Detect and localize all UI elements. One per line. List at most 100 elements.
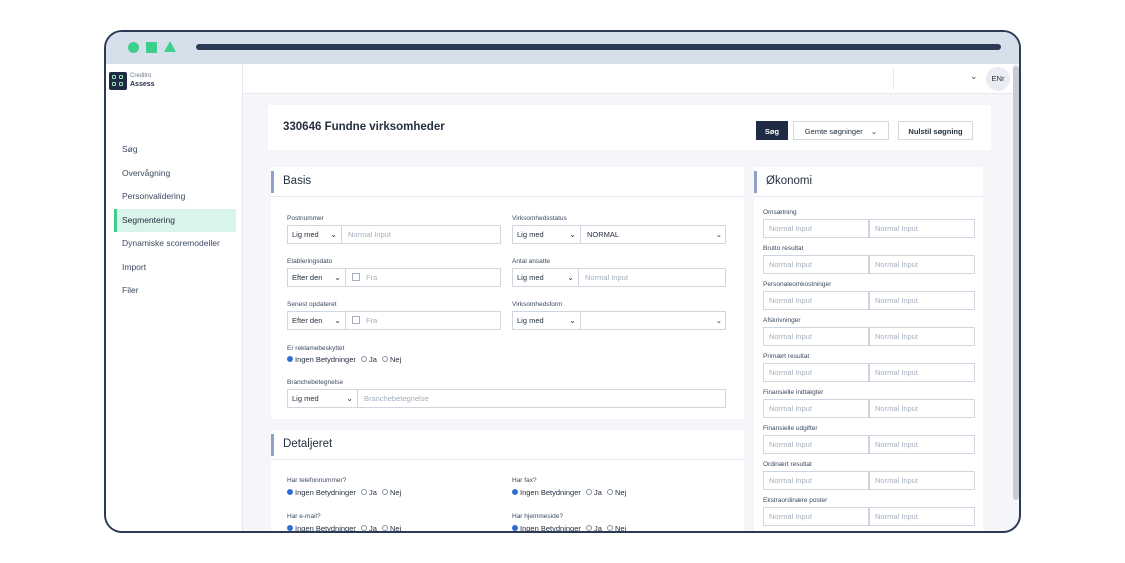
okonomi-input-to[interactable]: Normal Input <box>869 435 975 454</box>
top-bar: ⌄ ENr <box>243 64 1013 94</box>
sidebar-item-scoremodeller[interactable]: Dynamiske scoremodeller <box>114 232 236 256</box>
ansatte-field: Lig med ⌄ Normal Input <box>512 268 726 287</box>
form-select[interactable]: ⌄ <box>581 312 727 329</box>
chevron-down-icon: ⌄ <box>334 273 341 282</box>
reklame-label: Er reklamebeskyttet <box>287 345 345 352</box>
page-title: 330646 Fundne virksomheder <box>283 121 445 133</box>
okonomi-input-from[interactable]: Normal Input <box>763 399 869 418</box>
sidebar-item-overvagning[interactable]: Overvågning <box>114 162 236 186</box>
okonomi-input-to[interactable]: Normal Input <box>869 219 975 238</box>
etablering-date-input[interactable]: Fra <box>346 269 377 286</box>
avatar[interactable]: ENr <box>986 67 1010 91</box>
saved-searches-dropdown[interactable]: Gemte søgninger ⌄ <box>793 121 889 140</box>
okonomi-input-from[interactable]: Normal Input <box>763 435 869 454</box>
telefon-label: Har telefonnummer? <box>287 477 347 484</box>
okonomi-input-from[interactable]: Normal Input <box>763 507 869 526</box>
okonomi-input-to[interactable]: Normal Input <box>869 399 975 418</box>
postnummer-field: Lig med ⌄ Normal Input <box>287 225 501 244</box>
sidebar-item-segmentering[interactable]: Segmentering <box>114 208 236 232</box>
radio-ja[interactable] <box>360 356 367 362</box>
etablering-operator[interactable]: Efter den ⌄ <box>288 269 346 286</box>
okonomi-input-from[interactable]: Normal Input <box>763 291 869 310</box>
radio-nej[interactable] <box>607 525 613 531</box>
okonomi-row-label: Finansielle udgifter <box>763 425 818 432</box>
triangle-icon <box>164 41 176 52</box>
sidebar-nav: Søg Overvågning Personvalidering Segment… <box>114 138 236 303</box>
radio-ingen[interactable] <box>287 525 293 531</box>
address-bar[interactable] <box>196 44 1001 50</box>
okonomi-input-to[interactable]: Normal Input <box>869 507 975 526</box>
okonomi-input-to[interactable]: Normal Input <box>869 291 975 310</box>
radio-ja[interactable] <box>585 525 592 531</box>
section-title: Detaljeret <box>283 438 333 450</box>
scrollbar[interactable] <box>1013 66 1019 500</box>
okonomi-input-to[interactable]: Normal Input <box>869 255 975 274</box>
chevron-down-icon: ⌄ <box>330 230 337 239</box>
etablering-field: Efter den ⌄ Fra <box>287 268 501 287</box>
okonomi-input-from[interactable]: Normal Input <box>763 327 869 346</box>
opdateret-operator[interactable]: Efter den ⌄ <box>288 312 346 329</box>
branche-input[interactable]: Branchebetegnelse <box>358 390 429 407</box>
okonomi-row-label: Ordinært resultat <box>763 461 812 468</box>
opdateret-label: Senest opdateret <box>287 301 337 308</box>
basis-header: Basis <box>271 167 744 197</box>
status-label: Virksomhedsstatus <box>512 215 567 222</box>
chevron-down-icon: ⌄ <box>715 316 722 325</box>
radio-ja[interactable] <box>360 489 367 495</box>
branche-field: Lig med ⌄ Branchebetegnelse <box>287 389 726 408</box>
sidebar-item-personvalidering[interactable]: Personvalidering <box>114 185 236 209</box>
ansatte-label: Antal ansatte <box>512 258 550 265</box>
postnummer-label: Postnummer <box>287 215 324 222</box>
results-header: 330646 Fundne virksomheder Søg Gemte søg… <box>268 105 991 150</box>
ansatte-operator[interactable]: Lig med ⌄ <box>513 269 579 286</box>
postnummer-input[interactable]: Normal Input <box>342 226 391 243</box>
okonomi-input-from[interactable]: Normal Input <box>763 219 869 238</box>
okonomi-input-to[interactable]: Normal Input <box>869 363 975 382</box>
opdateret-field: Efter den ⌄ Fra <box>287 311 501 330</box>
etablering-label: Etableringsdato <box>287 258 333 265</box>
chevron-down-icon: ⌄ <box>569 230 576 239</box>
accent-bar <box>271 434 274 456</box>
reklame-radio-group: Ingen Betydninger Ja Nej <box>287 355 401 364</box>
hjemmeside-label: Har hjemmeside? <box>512 513 563 520</box>
telefon-radio-group: Ingen Betydninger Ja Nej <box>287 488 401 497</box>
radio-nej[interactable] <box>382 525 388 531</box>
radio-nej[interactable] <box>382 489 388 495</box>
radio-ingen[interactable] <box>287 356 293 362</box>
form-label: Virksomhedsform <box>512 301 563 308</box>
calendar-icon <box>352 316 360 324</box>
ansatte-input[interactable]: Normal Input <box>579 269 628 286</box>
okonomi-row-label: Primært resultat <box>763 353 810 360</box>
okonomi-row-label: Afskrivninger <box>763 317 801 324</box>
saved-searches-label: Gemte søgninger <box>804 127 863 136</box>
form-operator[interactable]: Lig med ⌄ <box>513 312 581 329</box>
postnummer-operator[interactable]: Lig med ⌄ <box>288 226 342 243</box>
status-select[interactable]: NORMAL ⌄ <box>581 226 727 243</box>
radio-ingen[interactable] <box>287 489 293 495</box>
radio-ja[interactable] <box>585 489 592 495</box>
okonomi-row-label: Personaleomkostninger <box>763 281 832 288</box>
sidebar-item-sog[interactable]: Søg <box>114 138 236 162</box>
chevron-down-icon[interactable]: ⌄ <box>970 71 978 82</box>
radio-ja[interactable] <box>360 525 367 531</box>
okonomi-input-from[interactable]: Normal Input <box>763 471 869 490</box>
okonomi-input-from[interactable]: Normal Input <box>763 255 869 274</box>
radio-nej[interactable] <box>382 356 388 362</box>
search-button[interactable]: Søg <box>756 121 788 140</box>
branche-operator[interactable]: Lig med ⌄ <box>288 390 358 407</box>
brand-name: Creditro <box>130 73 152 79</box>
radio-nej[interactable] <box>607 489 613 495</box>
sidebar-item-import[interactable]: Import <box>114 256 236 280</box>
okonomi-input-to[interactable]: Normal Input <box>869 471 975 490</box>
reset-search-button[interactable]: Nulstil søgning <box>898 121 973 140</box>
okonomi-input-to[interactable]: Normal Input <box>869 327 975 346</box>
okonomi-input-from[interactable]: Normal Input <box>763 363 869 382</box>
radio-ingen[interactable] <box>512 525 518 531</box>
chevron-down-icon: ⌄ <box>715 230 722 239</box>
radio-ingen[interactable] <box>512 489 518 495</box>
basis-card: Basis Postnummer Lig med ⌄ Normal Input V… <box>271 167 744 419</box>
sidebar-item-filer[interactable]: Filer <box>114 279 236 303</box>
calendar-icon <box>352 273 360 281</box>
opdateret-date-input[interactable]: Fra <box>346 312 377 329</box>
status-operator[interactable]: Lig med ⌄ <box>513 226 581 243</box>
